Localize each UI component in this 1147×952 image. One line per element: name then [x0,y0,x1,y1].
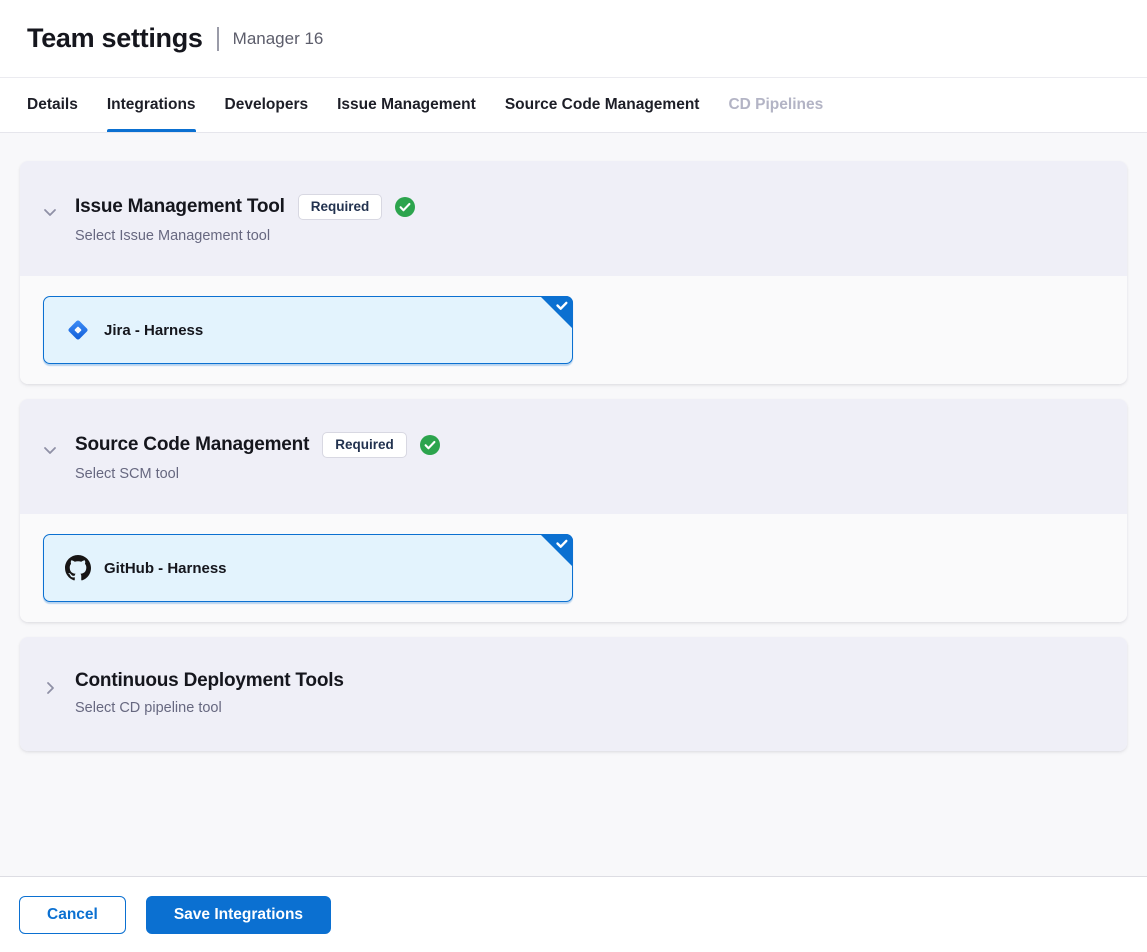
cancel-button[interactable]: Cancel [19,896,126,934]
tab-source-code-management[interactable]: Source Code Management [505,78,700,132]
tool-card-github[interactable]: GitHub - Harness [43,534,573,602]
integrations-panel: Issue Management Tool Required Select Is… [0,133,1147,876]
tab-issue-management[interactable]: Issue Management [337,78,476,132]
section-body: GitHub - Harness [20,514,1127,622]
tab-bar: Details Integrations Developers Issue Ma… [0,78,1147,133]
check-circle-icon [420,435,440,455]
section-subtitle: Select SCM tool [75,466,440,482]
chevron-right-icon[interactable] [41,679,59,697]
section-subtitle: Select CD pipeline tool [75,700,344,716]
page-header: Team settings Manager 16 [0,0,1147,78]
required-badge: Required [322,432,407,458]
section-title: Source Code Management [75,434,309,456]
section-body: Jira - Harness [20,276,1127,384]
section-title: Continuous Deployment Tools [75,670,344,692]
check-circle-icon [395,197,415,217]
tab-developers[interactable]: Developers [225,78,309,132]
section-header: Continuous Deployment Tools Select CD pi… [20,637,1127,751]
section-issue-management-tool: Issue Management Tool Required Select Is… [20,161,1127,384]
section-header: Issue Management Tool Required Select Is… [20,161,1127,276]
chevron-down-icon[interactable] [41,203,59,221]
tool-card-label: GitHub - Harness [104,560,227,577]
title-divider [217,27,219,51]
tool-card-label: Jira - Harness [104,322,203,339]
selected-check-icon [540,296,573,329]
tab-details[interactable]: Details [27,78,78,132]
tool-card-jira[interactable]: Jira - Harness [43,296,573,364]
jira-icon [65,317,91,343]
footer-action-bar: Cancel Save Integrations [0,876,1147,952]
section-continuous-deployment-tools: Continuous Deployment Tools Select CD pi… [20,637,1127,751]
tab-cd-pipelines: CD Pipelines [728,78,823,132]
chevron-down-icon[interactable] [41,441,59,459]
page-title: Team settings [27,23,203,54]
page-subtitle: Manager 16 [233,29,324,49]
required-badge: Required [298,194,383,220]
github-icon [65,555,91,581]
section-source-code-management: Source Code Management Required Select S… [20,399,1127,622]
section-header: Source Code Management Required Select S… [20,399,1127,514]
selected-check-icon [540,534,573,567]
section-subtitle: Select Issue Management tool [75,228,415,244]
tab-integrations[interactable]: Integrations [107,78,196,132]
save-integrations-button[interactable]: Save Integrations [146,896,331,934]
section-title: Issue Management Tool [75,196,285,218]
